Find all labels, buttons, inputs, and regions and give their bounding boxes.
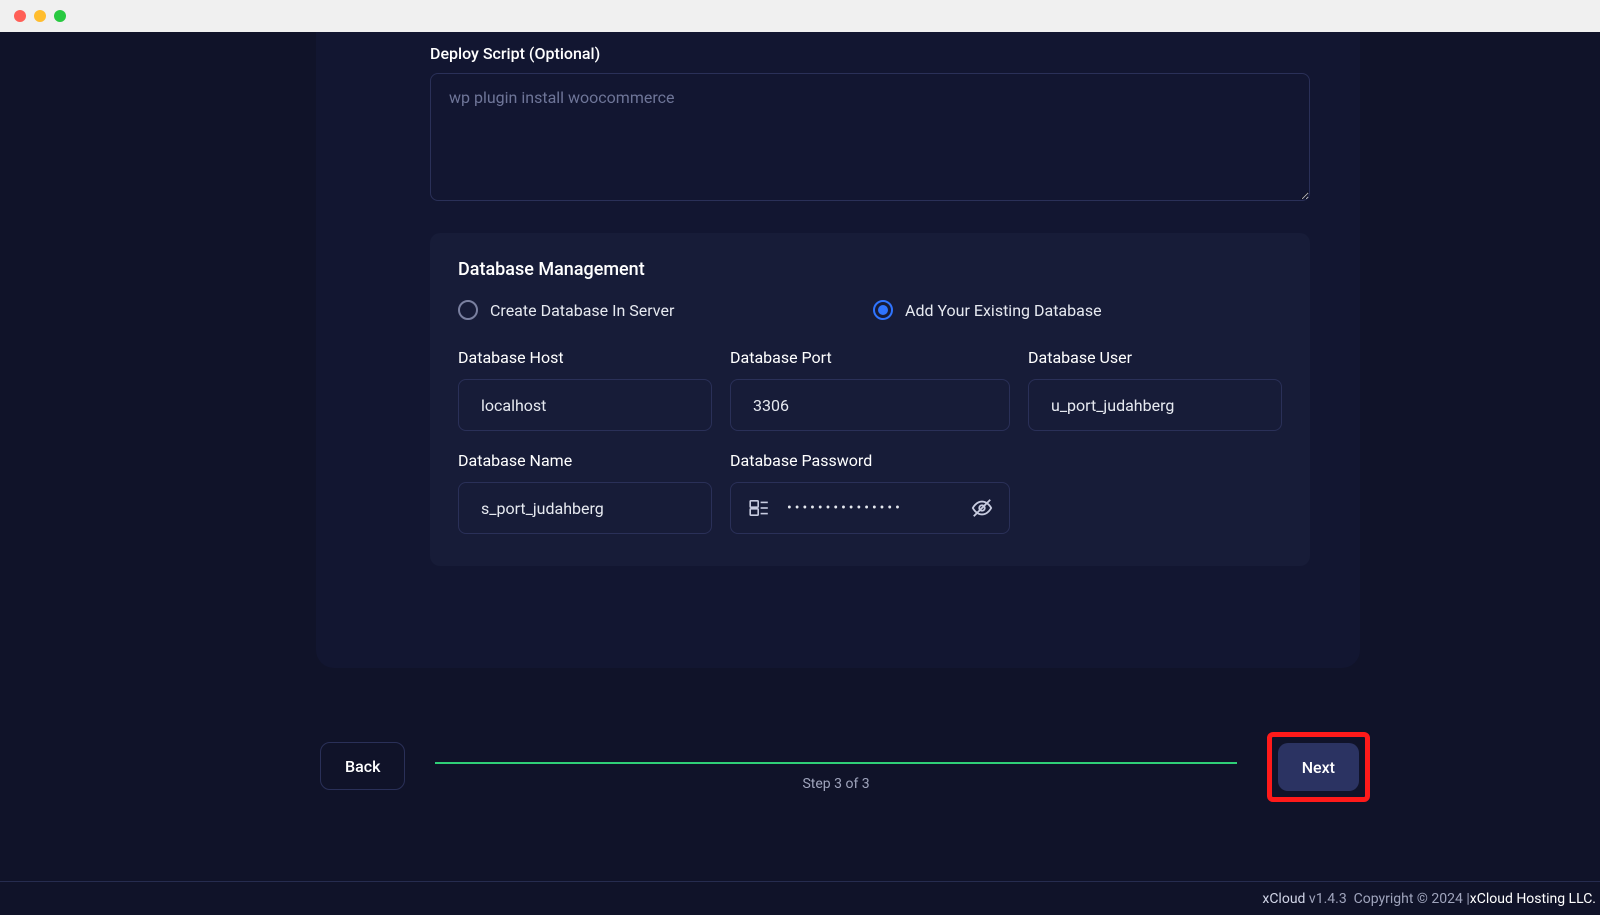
db-host-field: Database Host: [458, 348, 712, 431]
db-name-label: Database Name: [458, 451, 712, 470]
db-name-input[interactable]: [458, 482, 712, 534]
radio-icon: [873, 300, 893, 320]
db-port-field: Database Port: [730, 348, 1010, 431]
footer-brand: xCloud: [1262, 891, 1305, 907]
close-window-button[interactable]: [14, 10, 26, 22]
db-port-label: Database Port: [730, 348, 1010, 367]
db-name-field: Database Name: [458, 451, 712, 534]
next-button-highlight: Next: [1267, 732, 1370, 802]
footer-company: xCloud Hosting LLC.: [1470, 891, 1596, 907]
deploy-script-input[interactable]: [430, 73, 1310, 201]
step-text: Step 3 of 3: [435, 776, 1236, 792]
next-button[interactable]: Next: [1278, 743, 1359, 791]
toggle-password-visibility-icon[interactable]: [971, 497, 993, 519]
deploy-script-label: Deploy Script (Optional): [430, 44, 1320, 63]
progress-indicator: Step 3 of 3: [435, 742, 1236, 792]
db-user-label: Database User: [1028, 348, 1282, 367]
radio-icon: [458, 300, 478, 320]
db-port-input[interactable]: [730, 379, 1010, 431]
minimize-window-button[interactable]: [34, 10, 46, 22]
db-password-input[interactable]: [787, 500, 965, 516]
radio-create-label: Create Database In Server: [490, 301, 674, 320]
password-icon: [749, 500, 769, 516]
back-button[interactable]: Back: [320, 742, 405, 790]
footer-copyright: Copyright © 2024 |: [1354, 891, 1470, 907]
database-management-panel: Database Management Create Database In S…: [430, 233, 1310, 566]
db-password-label: Database Password: [730, 451, 1010, 470]
titlebar: [0, 0, 1600, 32]
db-user-field: Database User: [1028, 348, 1282, 431]
maximize-window-button[interactable]: [54, 10, 66, 22]
db-host-input[interactable]: [458, 379, 712, 431]
progress-bar: [435, 762, 1236, 764]
radio-existing-db[interactable]: Add Your Existing Database: [873, 300, 1102, 320]
db-password-field: Database Password: [730, 451, 1010, 534]
radio-create-db[interactable]: Create Database In Server: [458, 300, 873, 320]
db-host-label: Database Host: [458, 348, 712, 367]
db-panel-title: Database Management: [458, 259, 1282, 280]
footer-version: v1.4.3: [1309, 891, 1347, 907]
db-user-input[interactable]: [1028, 379, 1282, 431]
radio-existing-label: Add Your Existing Database: [905, 301, 1102, 320]
footer: xCloud v1.4.3 Copyright © 2024 | xCloud …: [0, 881, 1600, 915]
